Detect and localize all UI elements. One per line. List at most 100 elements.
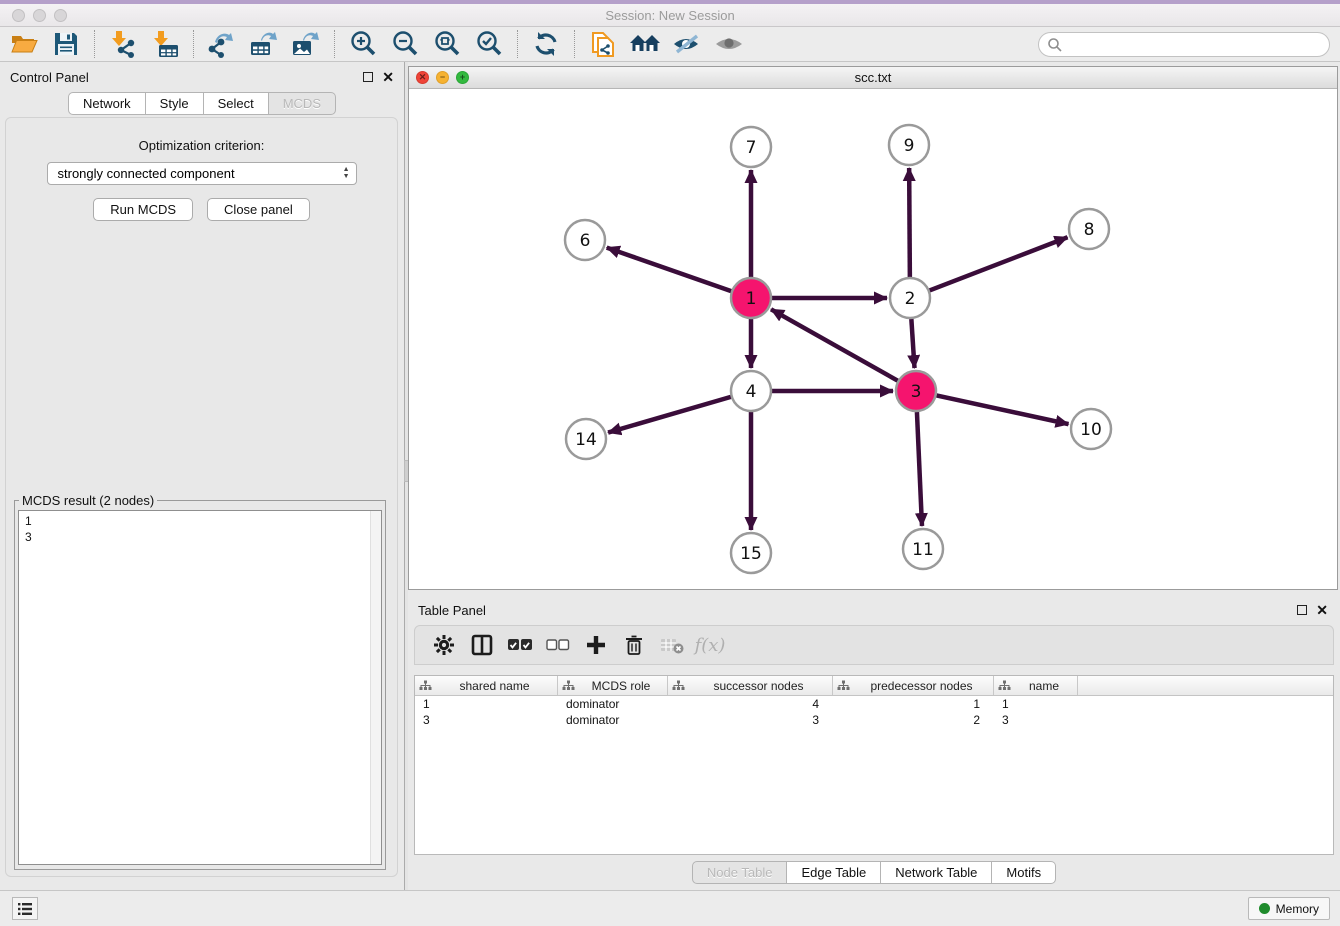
refresh-icon — [532, 30, 560, 58]
cell[interactable]: 3 — [668, 713, 833, 727]
column-header-successor-nodes[interactable]: successor nodes — [668, 676, 833, 695]
table-header: shared nameMCDS rolesuccessor nodesprede… — [415, 676, 1333, 696]
result-scrollbar[interactable] — [370, 511, 381, 864]
export-table-button[interactable] — [248, 29, 280, 59]
import-table-button[interactable] — [149, 29, 181, 59]
edge-3-10[interactable] — [937, 395, 1069, 424]
cell[interactable]: 1 — [415, 697, 558, 711]
tab-edge-table[interactable]: Edge Table — [787, 861, 881, 884]
task-history-button[interactable] — [12, 897, 38, 920]
delete-table-button[interactable] — [657, 630, 687, 660]
zoom-fit-button[interactable] — [431, 29, 463, 59]
cell[interactable]: dominator — [558, 697, 668, 711]
search-box — [1038, 32, 1330, 57]
export-image-button[interactable] — [290, 29, 322, 59]
save-session-button[interactable] — [50, 29, 82, 59]
edge-4-14[interactable] — [608, 397, 731, 433]
deselect-all-rows-button[interactable] — [543, 630, 573, 660]
node-table: shared nameMCDS rolesuccessor nodesprede… — [414, 675, 1334, 855]
edge-3-1[interactable] — [771, 309, 898, 380]
network-canvas[interactable]: 1234678910111415 — [409, 89, 1337, 589]
table-settings-button[interactable] — [429, 630, 459, 660]
zoom-selected-button[interactable] — [473, 29, 505, 59]
gear-icon — [433, 634, 455, 656]
cell[interactable]: 1 — [833, 697, 994, 711]
import-network-button[interactable] — [107, 29, 139, 59]
open-session-button[interactable] — [8, 29, 40, 59]
node-label-8: 8 — [1084, 220, 1095, 240]
add-column-button[interactable] — [581, 630, 611, 660]
tab-motifs[interactable]: Motifs — [992, 861, 1056, 884]
control-panel-header: Control Panel ✕ — [0, 62, 404, 92]
node-label-9: 9 — [904, 136, 915, 156]
show-all-button[interactable] — [713, 29, 745, 59]
edge-1-6[interactable] — [607, 248, 731, 291]
cell[interactable]: 1 — [994, 697, 1078, 711]
zoom-out-icon — [391, 30, 419, 58]
result-line: 1 — [25, 513, 381, 529]
column-header-predecessor-nodes[interactable]: predecessor nodes — [833, 676, 994, 695]
tab-node-table[interactable]: Node Table — [692, 861, 788, 884]
tab-network[interactable]: Network — [68, 92, 146, 115]
column-header-shared-name[interactable]: shared name — [415, 676, 558, 695]
function-builder-button[interactable]: f(x) — [695, 630, 725, 660]
toolbar-separator — [517, 30, 518, 58]
node-label-15: 15 — [740, 544, 762, 564]
home-layout-button[interactable] — [629, 29, 661, 59]
tab-mcds[interactable]: MCDS — [269, 92, 336, 115]
cell[interactable]: 3 — [415, 713, 558, 727]
zoom-in-button[interactable] — [347, 29, 379, 59]
zoom-selected-icon — [475, 30, 503, 58]
network-view-title: scc.txt — [409, 70, 1337, 85]
table-panel-header: Table Panel ✕ — [408, 597, 1340, 623]
close-panel-icon[interactable]: ✕ — [382, 72, 394, 82]
delete-column-button[interactable] — [619, 630, 649, 660]
mcds-result-text[interactable]: 1 3 — [18, 510, 382, 865]
cell[interactable]: 3 — [994, 713, 1078, 727]
column-header-MCDS-role[interactable]: MCDS role — [558, 676, 668, 695]
app-title: Session: New Session — [0, 8, 1340, 23]
table-row[interactable]: 1dominator411 — [415, 696, 1333, 712]
run-mcds-button[interactable]: Run MCDS — [93, 198, 193, 221]
cell[interactable]: 4 — [668, 697, 833, 711]
hide-selected-button[interactable] — [671, 29, 703, 59]
float-table-panel-icon[interactable] — [1297, 605, 1307, 615]
attribute-type-icon — [837, 680, 850, 691]
eye-slash-icon — [672, 32, 702, 56]
close-panel-button[interactable]: Close panel — [207, 198, 310, 221]
refresh-button[interactable] — [530, 29, 562, 59]
show-columns-button[interactable] — [467, 630, 497, 660]
cell[interactable]: 2 — [833, 713, 994, 727]
memory-button[interactable]: Memory — [1248, 897, 1330, 920]
attribute-type-icon — [562, 680, 575, 691]
tab-network-table[interactable]: Network Table — [881, 861, 992, 884]
edge-2-8[interactable] — [930, 237, 1068, 290]
two-houses-icon — [629, 31, 661, 57]
mcds-result-title: MCDS result (2 nodes) — [19, 493, 157, 508]
select-all-rows-button[interactable] — [505, 630, 535, 660]
cell[interactable]: dominator — [558, 713, 668, 727]
node-label-1: 1 — [746, 289, 757, 309]
control-panel-tabs: Network Style Select MCDS — [0, 92, 404, 115]
column-header-name[interactable]: name — [994, 676, 1078, 695]
copy-network-document-icon — [589, 29, 617, 59]
toolbar-separator — [193, 30, 194, 58]
edge-3-11[interactable] — [917, 412, 922, 526]
copy-style-button[interactable] — [587, 29, 619, 59]
open-folder-icon — [10, 31, 38, 57]
node-label-2: 2 — [905, 289, 916, 309]
zoom-out-button[interactable] — [389, 29, 421, 59]
search-input[interactable] — [1063, 35, 1329, 55]
close-table-panel-icon[interactable]: ✕ — [1316, 605, 1328, 615]
table-panel-title: Table Panel — [418, 603, 1297, 618]
import-table-icon — [151, 30, 179, 58]
table-row[interactable]: 3dominator323 — [415, 712, 1333, 728]
tab-style[interactable]: Style — [146, 92, 204, 115]
export-network-button[interactable] — [206, 29, 238, 59]
network-graph[interactable]: 1234678910111415 — [409, 89, 1337, 590]
edge-2-3[interactable] — [911, 319, 914, 368]
optimization-criterion-select[interactable]: strongly connected component ▲▼ — [47, 162, 357, 185]
edge-2-9[interactable] — [909, 168, 910, 277]
float-panel-icon[interactable] — [363, 72, 373, 82]
tab-select[interactable]: Select — [204, 92, 269, 115]
